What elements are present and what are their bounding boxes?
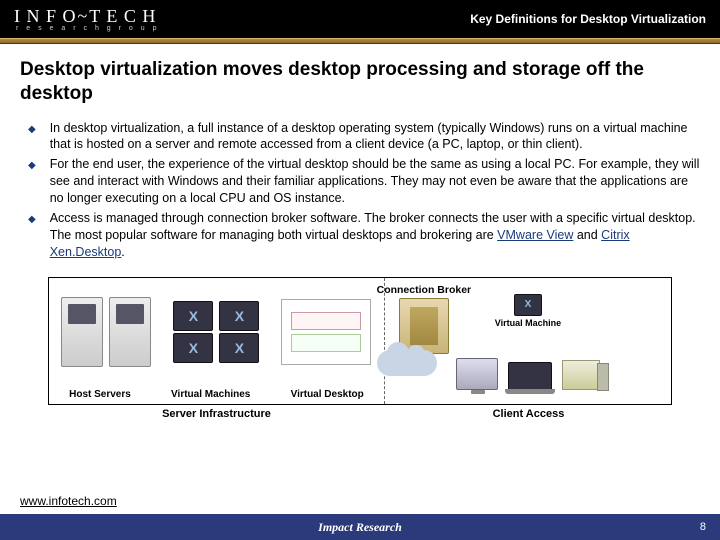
logo: I N F O~T E C H r e s e a r c h g r o u … [14, 6, 159, 32]
laptop-icon [508, 362, 552, 390]
footer-brand: Impact Research [0, 520, 720, 535]
vm-stack-icon: X X [219, 301, 259, 363]
diagram-label: Host Servers [69, 389, 131, 400]
vm-stack-icon: X X [173, 301, 213, 363]
host-server-icon [109, 297, 151, 367]
thin-client-icon [562, 360, 600, 390]
architecture-diagram: X X X X Host Servers Virtual Machines Vi… [48, 277, 672, 405]
infotech-link[interactable]: www.infotech.com [20, 494, 117, 508]
page-number: 8 [700, 521, 706, 533]
header-bar: I N F O~T E C H r e s e a r c h g r o u … [0, 0, 720, 38]
bullet-item: ◆ In desktop virtualization, a full inst… [28, 120, 700, 154]
host-server-icon [61, 297, 103, 367]
monitor-icon [456, 358, 498, 390]
diamond-icon: ◆ [28, 123, 36, 154]
footer-url: www.infotech.com [20, 494, 117, 508]
vmware-link[interactable]: VMware View [497, 228, 573, 242]
diagram-label: Virtual Machines [171, 389, 250, 400]
diamond-icon: ◆ [28, 159, 36, 207]
bullet-item: ◆ For the end user, the experience of th… [28, 156, 700, 207]
diamond-icon: ◆ [28, 213, 36, 261]
slide-title: Desktop virtualization moves desktop pro… [20, 58, 700, 106]
bullet-list: ◆ In desktop virtualization, a full inst… [20, 120, 700, 261]
diagram-section-label: Server Infrastructure [48, 405, 385, 420]
bullet-item: ◆ Access is managed through connection b… [28, 210, 700, 261]
virtual-desktop-icon [281, 299, 371, 365]
vm-icon: X [514, 294, 542, 316]
diagram-label: Virtual Desktop [291, 389, 364, 400]
connection-broker: Connection Broker [373, 284, 475, 354]
diagram-section-label: Client Access [385, 405, 672, 420]
header-title: Key Definitions for Desktop Virtualizati… [470, 12, 706, 26]
footer: Impact Research 8 [0, 514, 720, 540]
diagram-label: Virtual Machine [495, 318, 561, 328]
cloud-icon [377, 350, 437, 376]
